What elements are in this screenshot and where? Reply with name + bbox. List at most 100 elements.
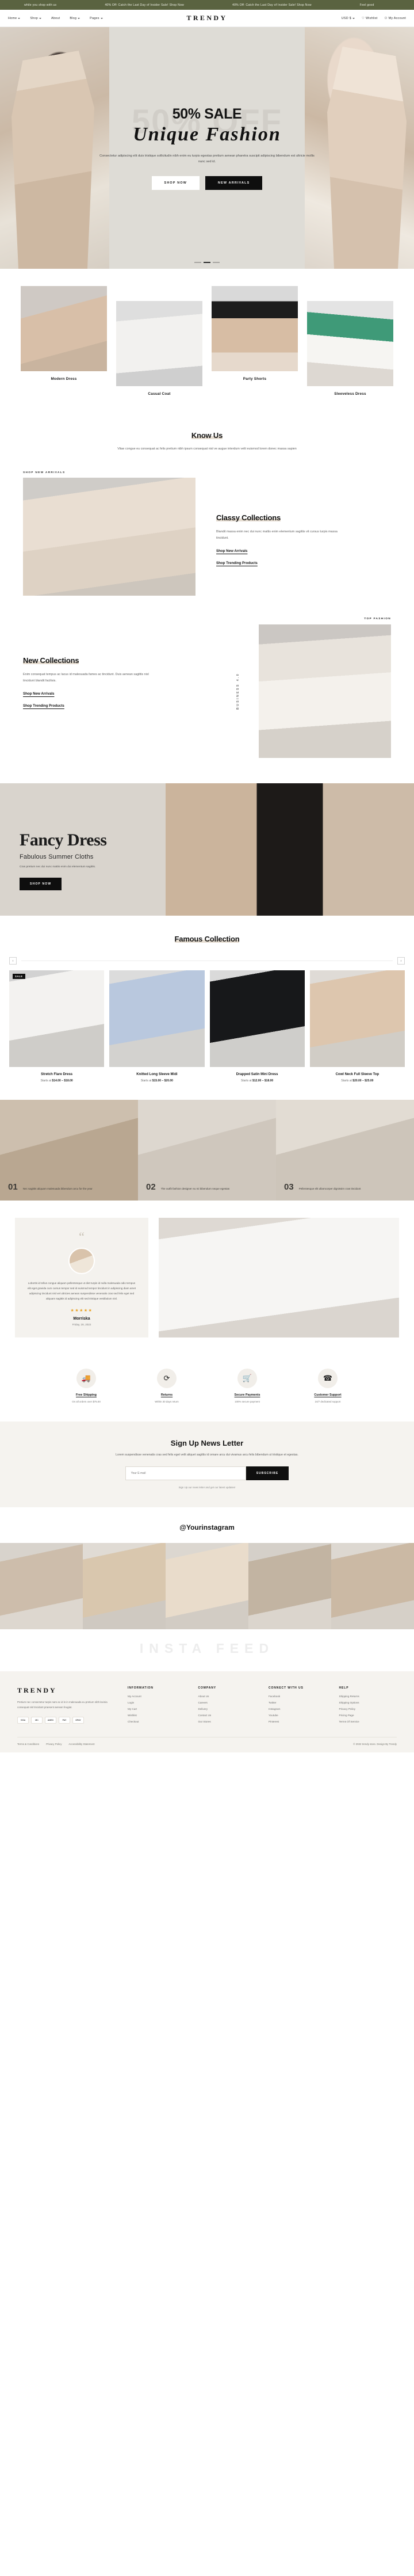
instagram-post[interactable]	[166, 1543, 248, 1630]
footer-link[interactable]: Pricing Page	[339, 1714, 397, 1717]
footer-link[interactable]: Shipping Returns	[339, 1695, 397, 1698]
classy-collections-section: SHOP NEW ARRIVALS Classy Collections Bla…	[0, 463, 414, 620]
footer-link[interactable]: My Cart	[128, 1708, 186, 1710]
classy-link-trending[interactable]: Shop Trending Products	[216, 561, 391, 565]
service-customer-support[interactable]: ☎ Customer Support 24/7 dedicated suppor…	[300, 1369, 355, 1404]
classy-link-new-arrivals[interactable]: Shop New Arrivals	[216, 549, 391, 553]
footer-link[interactable]: Facebook	[269, 1695, 327, 1698]
footer-column-title: CONNECT WITH US	[269, 1686, 304, 1690]
product-name: Drapped Satin Mini Dress	[236, 1073, 278, 1077]
category-sleeveless-dress[interactable]: Sleeveless Dress	[307, 301, 393, 396]
footer-link[interactable]: Shipping Options	[339, 1701, 397, 1704]
product-image	[309, 970, 405, 1068]
footer-link[interactable]: Delivery	[198, 1708, 256, 1710]
feature-number: 03	[284, 1182, 294, 1192]
slider-dot[interactable]	[194, 262, 201, 263]
chevron-down-icon	[39, 17, 41, 19]
instagram-post[interactable]	[248, 1543, 331, 1630]
newsletter-email-input[interactable]	[125, 1466, 246, 1481]
instagram-section: @Yourinstagram INSTA FEED	[0, 1507, 414, 1672]
classy-image	[23, 478, 195, 596]
footer-link[interactable]: Youtube	[269, 1714, 327, 1717]
category-party-shorts[interactable]: Party Shorts	[212, 286, 298, 396]
product-price: Starts at $12.00 – $18.00	[210, 1079, 305, 1083]
hero-left-model	[12, 39, 94, 269]
category-casual-coat[interactable]: Casual Coat	[116, 301, 202, 396]
slider-dot[interactable]	[213, 262, 220, 263]
footer-copyright: © 2022 trendy store. Design By Trendy	[353, 1743, 397, 1746]
footer-link[interactable]: My Account	[128, 1695, 186, 1698]
nav-item-home[interactable]: Home	[8, 17, 21, 20]
service-returns[interactable]: ⟳ Returns Within 30 days return	[139, 1369, 194, 1404]
newsletter-subscribe-button[interactable]: SUBSCRIBE	[246, 1466, 289, 1481]
footer-link[interactable]: Instagram	[269, 1708, 327, 1710]
category-image	[21, 286, 107, 371]
main-nav: Home Shop About Blog Pages	[8, 17, 103, 20]
new-collections-link-trending[interactable]: Shop Trending Products	[23, 704, 218, 708]
account-link[interactable]: ⚇ My Account	[385, 17, 406, 20]
product-card[interactable]: Knitted Long Sleeve Midi Starts at $15.0…	[109, 970, 205, 1083]
chevron-right-icon[interactable]: ›	[397, 957, 405, 965]
new-collections-link-new-arrivals[interactable]: Shop New Arrivals	[23, 692, 218, 696]
footer-bottom-bar: Terms & Conditions Privacy Policy Access…	[17, 1737, 397, 1752]
nav-item-shop[interactable]: Shop	[30, 17, 41, 20]
currency-select[interactable]: USD $	[342, 17, 355, 20]
new-collections-section: New Collections Enim consequat tempus ac…	[0, 618, 414, 784]
footer-legal-links: Terms & Conditions Privacy Policy Access…	[17, 1743, 95, 1746]
price-value: $12.00 – $18.00	[252, 1079, 274, 1083]
product-card[interactable]: Cowl Neck Full Sleeve Top Starts at $20.…	[309, 970, 405, 1083]
famous-title: Famous Collection	[174, 935, 240, 944]
footer-link[interactable]: Careers	[198, 1701, 256, 1704]
new-collections-tag: TOP FASHION	[364, 618, 391, 621]
footer-link[interactable]: About Us	[198, 1695, 256, 1698]
nav-item-about[interactable]: About	[51, 17, 60, 20]
announcement-message[interactable]: 40% Off: Catch the Last Day of Insider S…	[208, 3, 336, 7]
footer-accessibility-link[interactable]: Accessibility Statement	[68, 1743, 94, 1746]
product-card[interactable]: Drapped Satin Mini Dress Starts at $12.0…	[209, 970, 305, 1083]
footer-link[interactable]: Pinterest	[269, 1720, 327, 1723]
site-logo[interactable]: TRENDY	[186, 14, 227, 22]
nav-item-pages[interactable]: Pages	[90, 17, 103, 20]
chevron-left-icon[interactable]: ‹	[9, 957, 17, 965]
instagram-post[interactable]	[331, 1543, 414, 1630]
product-price: Starts at $14.00 – $18.00	[9, 1079, 104, 1083]
product-card[interactable]: SALE Stretch Flare Dress Starts at $14.0…	[9, 970, 105, 1083]
hero-slider-dots[interactable]	[194, 262, 220, 263]
product-image	[209, 970, 305, 1068]
footer-link[interactable]: Wishlist	[128, 1714, 186, 1717]
category-image	[212, 286, 298, 371]
footer-link[interactable]: Checkout	[128, 1720, 186, 1723]
footer-privacy-link[interactable]: Privacy Policy	[46, 1743, 62, 1746]
nav-item-blog[interactable]: Blog	[70, 17, 80, 20]
footer-link[interactable]: Login	[128, 1701, 186, 1704]
instagram-post[interactable]	[83, 1543, 166, 1630]
hero-subtitle: Consectetur adipiscing elit duis tristiq…	[99, 154, 315, 163]
footer-link[interactable]: Privacy Policy	[339, 1708, 397, 1710]
instagram-post[interactable]	[0, 1543, 83, 1630]
wishlist-link[interactable]: ♡ Wishlist	[362, 17, 378, 20]
footer-link[interactable]: Terms Of Service	[339, 1720, 397, 1723]
footer-logo[interactable]: TRENDY	[17, 1686, 115, 1695]
footer-link[interactable]: Contact Us	[198, 1714, 256, 1717]
category-modern-dress[interactable]: Modern Dress	[21, 286, 107, 396]
testimonial-image	[159, 1218, 399, 1338]
service-text: Within 30 days return	[155, 1400, 179, 1404]
refresh-icon: ⟳	[157, 1369, 177, 1389]
shop-now-button[interactable]: SHOP NOW	[151, 176, 200, 190]
fancy-shop-now-button[interactable]: SHOP NOW	[20, 877, 62, 890]
service-secure-payments[interactable]: 🛒 Secure Payments 100% secure payment	[220, 1369, 275, 1404]
product-list: SALE Stretch Flare Dress Starts at $14.0…	[0, 965, 414, 1083]
instagram-handle[interactable]: @Yourinstagram	[0, 1523, 414, 1531]
classy-heading-wrap: Classy Collections	[216, 513, 391, 523]
footer-link[interactable]: Our Stores	[198, 1720, 256, 1723]
testimonial-author: Morriska	[73, 1317, 90, 1321]
footer-link[interactable]: Twitter	[269, 1701, 327, 1704]
new-arrivals-button[interactable]: NEW ARRIVALS	[205, 176, 263, 190]
announcement-message[interactable]: 40% Off: Catch the Last Day of Insider S…	[80, 3, 208, 7]
product-carousel-controls: ‹ ›	[0, 957, 414, 965]
slider-dot-active[interactable]	[204, 262, 210, 263]
price-prefix: Starts at	[241, 1079, 252, 1083]
footer-columns: TRENDY Pretium nec consectetur turpis na…	[17, 1686, 397, 1727]
service-free-shipping[interactable]: 🚚 Free Shipping On all orders over $75.0…	[59, 1369, 114, 1404]
footer-terms-link[interactable]: Terms & Conditions	[17, 1743, 39, 1746]
